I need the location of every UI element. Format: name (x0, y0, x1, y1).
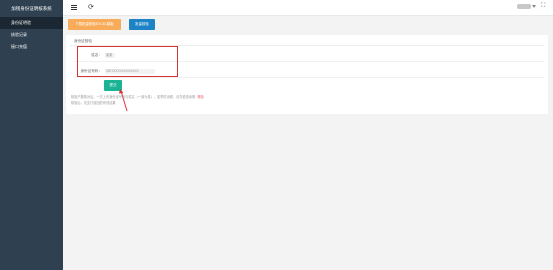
sidebar: 加钱身份证明核系统 身份证明验 核验记录 接口充值 (0, 0, 63, 270)
topbar: ⟳ ⛶ (63, 0, 553, 16)
highlight-box (77, 46, 178, 77)
sidebar-item-recharge[interactable]: 接口充值 (0, 41, 63, 53)
refresh-icon[interactable]: ⟳ (88, 2, 94, 14)
avatar[interactable] (517, 4, 531, 9)
note-line-1: 核验户籍核对后，一次上传身份证号码与姓名（一致为真），如预付余额，请先检查余额核… (71, 94, 204, 99)
batch-verify-button[interactable]: 批量核验 (129, 19, 155, 30)
app-title: 加钱身份证明核系统 (11, 6, 52, 11)
hamburger-menu-icon[interactable] (71, 5, 77, 10)
sidebar-item-verify[interactable]: 身份证明验 (0, 17, 63, 29)
chevron-down-icon[interactable] (532, 5, 536, 8)
form-title: 身份证核验 (74, 39, 92, 43)
note-line-2: 核验后，仅支付返回的有效结果 (71, 101, 116, 105)
pointer-arrow (119, 89, 128, 112)
note-tag: 核验 (197, 95, 204, 99)
sidebar-item-records[interactable]: 核验记录 (0, 29, 63, 41)
fullscreen-icon[interactable]: ⛶ (541, 3, 547, 9)
download-template-button[interactable]: 下载批量核验EXCEL模板 (68, 19, 121, 30)
note-text-1: 核验户籍核对后，一次上传身份证号码与姓名（一致为真），如预付余额，请先检查余额 (71, 95, 196, 99)
